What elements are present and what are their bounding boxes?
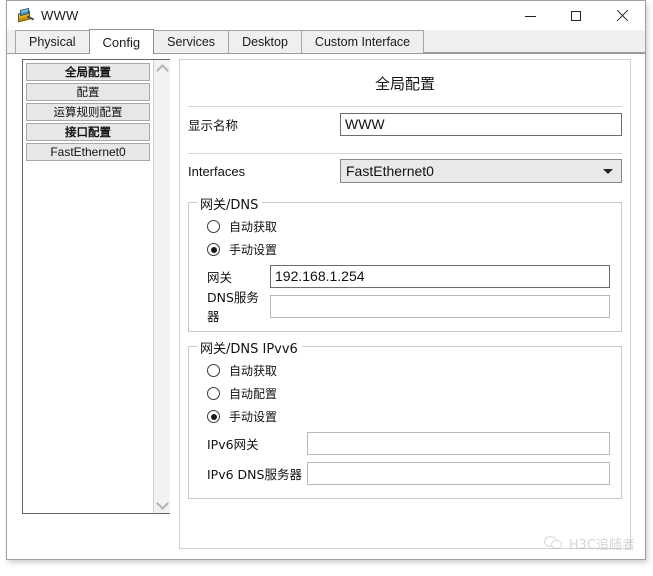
config-sidebar-list: 全局配置 配置 运算规则配置 接口配置 FastEthernet0	[23, 60, 153, 163]
close-button[interactable]	[599, 1, 645, 30]
wechat-icon	[543, 536, 563, 551]
interfaces-selected-value: FastEthernet0	[346, 163, 434, 179]
gateway-dns-static-label: 手动设置	[229, 243, 278, 257]
ipv6-dns-server-input[interactable]	[307, 461, 610, 485]
device-config-window: WWW Physical Config Services Desktop Cus…	[6, 0, 646, 560]
dns-server-label: DNS服务器	[207, 290, 259, 324]
tab-custom-interface[interactable]: Custom Interface	[300, 30, 425, 53]
gateway-dns-ipv6-group-title: 网关/DNS IPvv6	[197, 338, 302, 357]
ipv6-gateway-row: IPv6网关	[207, 428, 610, 458]
gateway-dns-group: 网关/DNS 自动获取 手动设置 网关 192.168.1.254 DNS服务器	[188, 194, 622, 332]
ipv6-gateway-input[interactable]	[307, 431, 610, 455]
ipv6-dhcp-label: 自动获取	[229, 364, 278, 378]
minimize-icon	[524, 15, 536, 17]
chevron-up-icon[interactable]	[154, 60, 171, 77]
ipv6-dhcp-row[interactable]: 自动获取	[207, 359, 612, 382]
config-sidebar: 全局配置 配置 运算规则配置 接口配置 FastEthernet0	[22, 59, 170, 514]
gateway-dns-group-title: 网关/DNS	[197, 194, 263, 213]
tab-desktop[interactable]: Desktop	[228, 30, 302, 53]
interfaces-row: Interfaces FastEthernet0	[188, 154, 622, 188]
dns-server-input[interactable]	[270, 294, 610, 318]
tab-config[interactable]: Config	[88, 29, 155, 54]
ipv6-auto-config-label: 自动配置	[229, 387, 278, 401]
panel-title: 全局配置	[374, 75, 435, 93]
sidebar-scrollbar[interactable]	[153, 60, 170, 513]
gateway-dns-dhcp-label: 自动获取	[229, 220, 278, 234]
chevron-down-icon	[603, 169, 613, 174]
maximize-icon	[571, 10, 581, 21]
tab-strip: Physical Config Services Desktop Custom …	[7, 29, 645, 54]
sidebar-item-algorithm-settings[interactable]: 运算规则配置	[26, 103, 150, 121]
chevron-down-icon[interactable]	[154, 496, 171, 513]
minimize-button[interactable]	[507, 1, 553, 30]
server-device-icon	[16, 7, 35, 25]
gateway-dns-ipv6-group: 网关/DNS IPvv6 自动获取 自动配置 手动设置 IPv6网关 IPv6 …	[188, 338, 622, 499]
maximize-button[interactable]	[553, 1, 599, 30]
ipv6-auto-config-radio[interactable]	[207, 387, 220, 400]
display-name-input[interactable]: WWW	[340, 112, 622, 136]
interfaces-label: Interfaces	[188, 163, 246, 179]
tab-physical[interactable]: Physical	[15, 30, 90, 53]
config-content: 全局配置 配置 运算规则配置 接口配置 FastEthernet0 全局配置 显…	[7, 54, 645, 559]
ipv6-dns-server-row: IPv6 DNS服务器	[207, 458, 610, 488]
display-name-row: 显示名称 WWW	[188, 107, 622, 141]
gateway-dns-dhcp-radio[interactable]	[207, 220, 220, 233]
window-title: WWW	[41, 8, 79, 23]
gateway-dns-dhcp-row[interactable]: 自动获取	[207, 215, 612, 238]
ipv6-static-label: 手动设置	[229, 410, 278, 424]
gateway-label: 网关	[207, 269, 233, 285]
title-bar: WWW	[7, 1, 645, 30]
window-controls	[507, 1, 645, 30]
ipv6-static-radio[interactable]	[207, 410, 220, 423]
ipv6-dhcp-radio[interactable]	[207, 364, 220, 377]
close-icon	[616, 10, 628, 22]
watermark: H3C追随者	[543, 534, 635, 553]
gateway-dns-static-row[interactable]: 手动设置	[207, 238, 612, 261]
interfaces-select[interactable]: FastEthernet0	[340, 159, 622, 183]
watermark-text: H3C追随者	[568, 538, 635, 553]
sidebar-item-interface-settings[interactable]: 接口配置	[26, 123, 150, 141]
global-settings-panel: 全局配置 显示名称 WWW Interfaces FastEthernet0 网…	[179, 59, 631, 549]
sidebar-item-fastethernet0[interactable]: FastEthernet0	[26, 143, 150, 161]
tab-strip-filler	[423, 30, 645, 53]
sidebar-item-global-settings[interactable]: 全局配置	[26, 63, 150, 81]
display-name-label: 显示名称	[188, 117, 239, 133]
dns-server-row: DNS服务器	[207, 290, 610, 324]
gateway-input[interactable]: 192.168.1.254	[270, 264, 610, 288]
gateway-dns-static-radio[interactable]	[207, 243, 220, 256]
ipv6-static-row[interactable]: 手动设置	[207, 405, 612, 428]
tab-services[interactable]: Services	[153, 30, 230, 53]
ipv6-dns-server-label: IPv6 DNS服务器	[207, 466, 302, 482]
ipv6-auto-config-row[interactable]: 自动配置	[207, 382, 612, 405]
sidebar-item-settings[interactable]: 配置	[26, 83, 150, 101]
ipv6-gateway-label: IPv6网关	[207, 436, 259, 452]
